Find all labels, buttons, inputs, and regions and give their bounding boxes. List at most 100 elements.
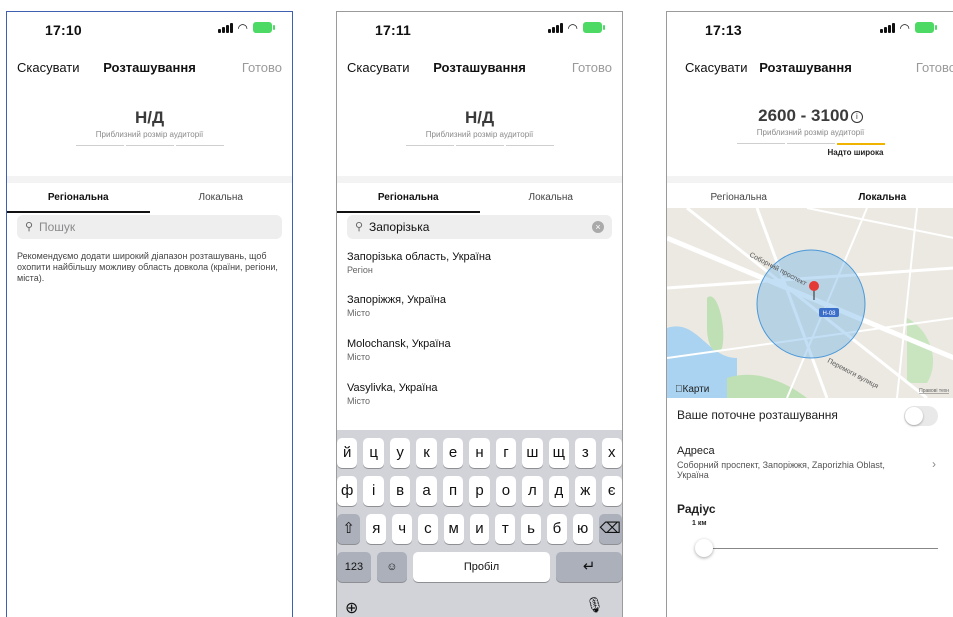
backspace-icon[interactable]: ⌫ <box>599 514 622 544</box>
tab-regional[interactable]: Регіональна <box>337 192 480 203</box>
signal-icon <box>218 23 233 33</box>
result-kind: Місто <box>347 352 612 362</box>
globe-icon[interactable]: ⊕ <box>345 598 358 617</box>
info-icon[interactable]: i <box>851 111 863 123</box>
search-icon: ⚲ <box>355 220 363 233</box>
nav-bar: Скасувати Розташування Готово <box>337 60 622 80</box>
tab-local[interactable]: Локальна <box>150 192 293 203</box>
key-а[interactable]: а <box>416 476 436 506</box>
key-щ[interactable]: щ <box>549 438 569 468</box>
map-pin-icon[interactable] <box>809 281 819 291</box>
key-ю[interactable]: ю <box>573 514 593 544</box>
keyboard: йцукенгшщзх фівапролджє ⇧ячсмитьбю⌫ 123 … <box>337 430 622 617</box>
address-value: Соборний проспект, Запоріжжя, Zaporizhia… <box>677 460 907 480</box>
list-item[interactable]: Запоріжжя, Україна Місто <box>347 294 612 318</box>
tab-bar: Регіональна Локальна <box>337 183 622 213</box>
key-й[interactable]: й <box>337 438 357 468</box>
key-ь[interactable]: ь <box>521 514 541 544</box>
clear-icon[interactable]: × <box>592 221 604 233</box>
audience-label: Приблизний розмір аудиторії <box>667 128 953 137</box>
key-п[interactable]: п <box>443 476 463 506</box>
status-time: 17:13 <box>705 22 742 38</box>
tab-indicator <box>337 211 480 213</box>
key-х[interactable]: х <box>602 438 622 468</box>
screen-local: 17:13 ◠ Скасувати Розташування Готово 26… <box>666 11 953 617</box>
done-button[interactable]: Готово <box>572 60 612 75</box>
key-ф[interactable]: ф <box>337 476 357 506</box>
done-button[interactable]: Готово <box>242 60 282 75</box>
search-placeholder: Пошук <box>39 220 75 234</box>
key-і[interactable]: і <box>363 476 383 506</box>
key-н[interactable]: н <box>469 438 489 468</box>
tab-regional[interactable]: Регіональна <box>667 192 811 203</box>
radius-slider-track[interactable] <box>703 548 938 549</box>
key-и[interactable]: и <box>470 514 490 544</box>
tab-indicator <box>7 211 150 213</box>
key-ш[interactable]: ш <box>522 438 542 468</box>
key-р[interactable]: р <box>469 476 489 506</box>
map-canvas: Соборний проспект Перемоги вулиця Н-08 … <box>667 208 953 398</box>
key-я[interactable]: я <box>366 514 386 544</box>
signal-icon <box>880 23 895 33</box>
status-bar: 17:10 ◠ <box>7 12 292 46</box>
search-icon: ⚲ <box>25 220 33 233</box>
address-row[interactable]: Адреса Соборний проспект, Запоріжжя, Zap… <box>677 445 944 480</box>
result-kind: Регіон <box>347 265 612 275</box>
key-є[interactable]: є <box>602 476 622 506</box>
emoji-icon[interactable]: ☺ <box>377 552 407 582</box>
tab-regional[interactable]: Регіональна <box>7 192 150 203</box>
audience-meter <box>7 145 292 146</box>
shift-icon[interactable]: ⇧ <box>337 514 360 544</box>
key-м[interactable]: м <box>444 514 464 544</box>
key-б[interactable]: б <box>547 514 567 544</box>
map[interactable]: Соборний проспект Перемоги вулиця Н-08 … <box>667 208 953 398</box>
battery-icon <box>915 22 934 33</box>
key-у[interactable]: у <box>390 438 410 468</box>
audience-label: Приблизний розмір аудиторії <box>7 130 292 139</box>
audience-size: Н/Д Приблизний розмір аудиторії <box>337 108 622 146</box>
status-time: 17:11 <box>375 22 411 38</box>
list-item[interactable]: Запорізька область, Україна Регіон <box>347 251 612 275</box>
radius-slider-knob[interactable] <box>695 539 713 557</box>
key-з[interactable]: з <box>575 438 595 468</box>
microphone-icon[interactable]: 🎙 <box>585 596 604 614</box>
list-item[interactable]: Vasylivka, Україна Місто <box>347 382 612 406</box>
audience-size: 2600 - 3100i Приблизний розмір аудиторії… <box>667 106 953 157</box>
key-к[interactable]: к <box>416 438 436 468</box>
key-е[interactable]: е <box>443 438 463 468</box>
search-input[interactable]: ⚲ Запорізька × <box>347 215 612 239</box>
divider <box>667 176 953 183</box>
done-button[interactable]: Готово <box>916 60 953 75</box>
legal-link[interactable]: Правові техн <box>919 388 949 394</box>
result-name: Molochansk, Україна <box>347 338 612 350</box>
return-icon[interactable]: ↵ <box>556 552 622 582</box>
tab-local[interactable]: Локальна <box>811 192 953 203</box>
key-о[interactable]: о <box>496 476 516 506</box>
numbers-key[interactable]: 123 <box>337 552 371 582</box>
space-key[interactable]: Пробіл <box>413 552 550 582</box>
key-л[interactable]: л <box>522 476 542 506</box>
audience-value: 2600 - 3100 <box>758 106 849 125</box>
key-в[interactable]: в <box>390 476 410 506</box>
key-г[interactable]: г <box>496 438 516 468</box>
radius-value: 1 км <box>692 520 944 527</box>
nav-bar: Скасувати Розташування Готово <box>667 60 953 80</box>
key-ц[interactable]: ц <box>363 438 383 468</box>
status-bar: 17:13 ◠ <box>667 12 953 46</box>
result-kind: Місто <box>347 396 612 406</box>
tab-local[interactable]: Локальна <box>480 192 623 203</box>
key-д[interactable]: д <box>549 476 569 506</box>
key-с[interactable]: с <box>418 514 438 544</box>
wifi-icon: ◠ <box>238 23 248 33</box>
key-т[interactable]: т <box>495 514 515 544</box>
search-input[interactable]: ⚲ Пошук <box>17 215 282 239</box>
wifi-icon: ◠ <box>900 23 910 33</box>
key-ч[interactable]: ч <box>392 514 412 544</box>
result-name: Запоріжжя, Україна <box>347 294 612 306</box>
tab-bar: Регіональна Локальна <box>7 183 292 213</box>
current-location-toggle[interactable] <box>904 406 938 426</box>
result-kind: Місто <box>347 308 612 318</box>
key-ж[interactable]: ж <box>575 476 595 506</box>
list-item[interactable]: Molochansk, Україна Місто <box>347 338 612 362</box>
chevron-right-icon: › <box>932 457 936 471</box>
